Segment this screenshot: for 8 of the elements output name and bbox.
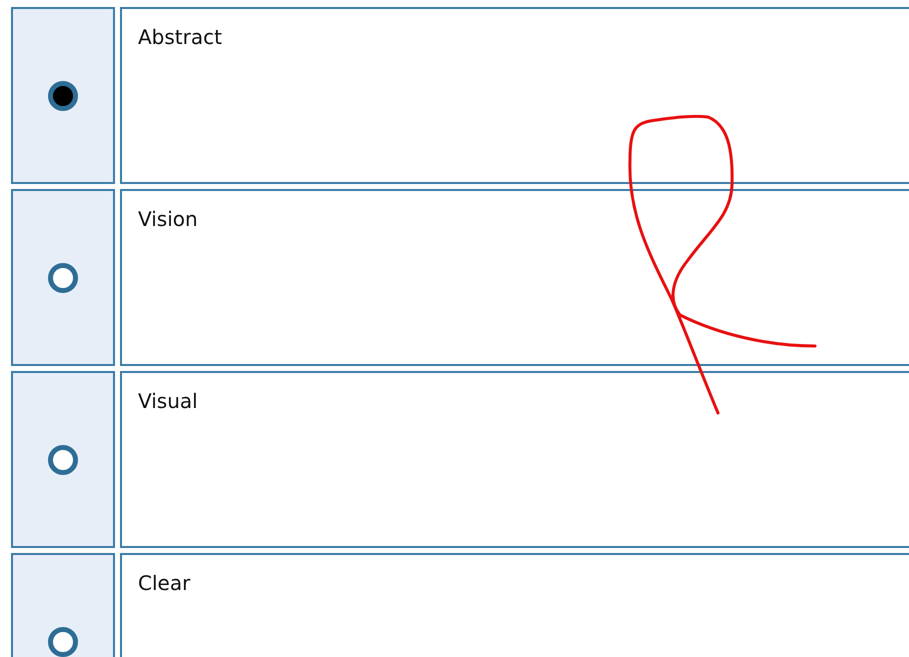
option-label[interactable]: Abstract: [120, 7, 909, 184]
option-label[interactable]: Visual: [120, 371, 909, 548]
radio-button[interactable]: [48, 444, 78, 474]
radio-button[interactable]: [48, 262, 78, 292]
option-label[interactable]: Vision: [120, 189, 909, 366]
option-label[interactable]: Clear: [120, 553, 909, 657]
radio-button[interactable]: [48, 80, 78, 110]
radio-button[interactable]: [48, 626, 78, 656]
